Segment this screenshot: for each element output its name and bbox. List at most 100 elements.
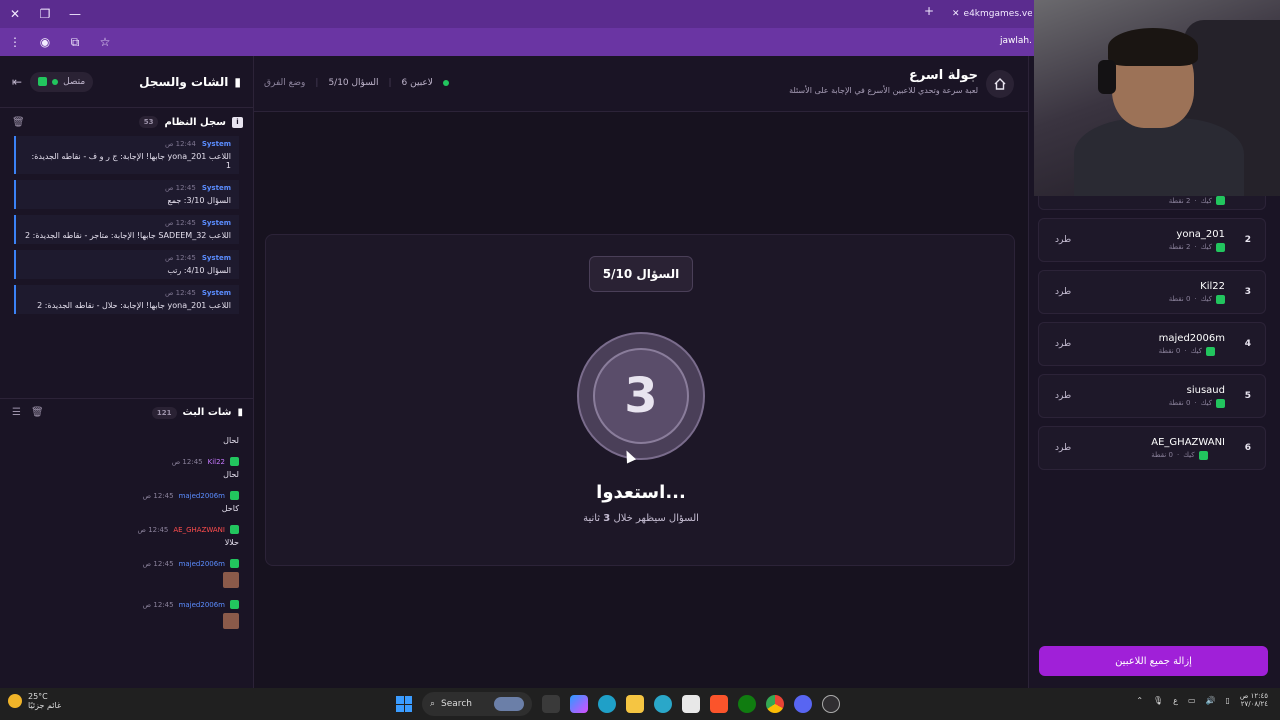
chrome-icon[interactable]: [766, 695, 784, 713]
players-list: كيك · 2 نقطة طرد yona_201 كيك · 2 نقطة 2 طرد…: [1038, 190, 1266, 478]
close-window-icon[interactable]: ✕: [0, 0, 30, 28]
log-time: 12:45 ص: [164, 254, 196, 262]
player-rank: 6: [1244, 443, 1251, 453]
bookmark-star-icon[interactable]: ☆: [90, 28, 120, 56]
kick-player-button[interactable]: طرد: [1055, 391, 1071, 401]
weather-widget[interactable]: 25°C غائم جزئيًا: [8, 692, 61, 710]
log-sender: System: [201, 254, 231, 262]
player-row: طرد siusaud كيك · 0 نقطة 5: [1038, 374, 1266, 418]
kick-icon: [1216, 398, 1225, 408]
browser-tab[interactable]: ✕ e4kmgames.vercel.a: [952, 4, 1032, 24]
player-info: Kil22 كيك · 0 نقطة: [1168, 280, 1225, 304]
chat-message: Kil22 12:45 ص لحال: [14, 457, 239, 479]
system-log-list[interactable]: System 12:44 ص اللاعب yona_201 جابها! الإ…: [0, 136, 253, 384]
chat-user[interactable]: Kil22: [208, 458, 225, 466]
copilot-icon[interactable]: [570, 695, 588, 713]
chat-message: لحال: [14, 436, 239, 445]
log-entry: System 12:45 ص السؤال 3/10: جمع: [14, 180, 239, 209]
log-entry: System 12:45 ص السؤال 4/10: رتب: [14, 250, 239, 279]
task-view-icon[interactable]: [542, 695, 560, 713]
player-rank: 4: [1244, 339, 1251, 349]
webcam-overlay: [1034, 0, 1280, 196]
player-points: 0 نقطة: [1168, 295, 1191, 303]
language-indicator[interactable]: ع: [1173, 696, 1178, 705]
home-button[interactable]: [986, 70, 1014, 98]
obs-icon[interactable]: [822, 695, 840, 713]
kick-player-button[interactable]: طرد: [1055, 287, 1071, 297]
minimize-window-icon[interactable]: —: [60, 0, 90, 28]
divider: |: [388, 78, 392, 88]
volume-icon[interactable]: 🔊: [1206, 696, 1216, 705]
log-text: اللاعب yona_201 جابها! الإجابة: حلال - ن…: [37, 301, 231, 310]
extensions-icon[interactable]: ⧉: [60, 28, 90, 56]
kick-icon: [38, 77, 48, 86]
taskbar-search[interactable]: ⌕ Search: [422, 692, 532, 716]
edge-dev-icon[interactable]: [654, 695, 672, 713]
home-icon: [994, 78, 1006, 90]
filter-icon[interactable]: ☰: [12, 407, 21, 418]
discord-icon[interactable]: [794, 695, 812, 713]
chat-user[interactable]: AE_GHAZWANI: [173, 526, 225, 534]
countdown-number: 3: [593, 348, 689, 444]
stream-chat-list[interactable]: لحال Kil22 12:45 ص لحال majed2006m 12:45 ص…: [0, 432, 253, 688]
remove-all-players-button[interactable]: إزالة جميع اللاعبين: [1039, 646, 1268, 676]
stream-chat-title: شات البث: [182, 407, 232, 418]
kick-icon: [230, 559, 239, 568]
xbox-icon[interactable]: [738, 695, 756, 713]
store-icon[interactable]: [682, 695, 700, 713]
kick-player-button[interactable]: طرد: [1055, 443, 1071, 453]
kick-player-button[interactable]: طرد: [1055, 339, 1071, 349]
kick-icon: [230, 457, 239, 466]
log-sender: System: [201, 219, 231, 227]
chat-time: 12:45 ص: [142, 491, 174, 500]
trash-icon[interactable]: 🗑: [31, 407, 44, 418]
chat-message: AE_GHAZWANI 12:45 ص حلالا: [14, 525, 239, 547]
collapse-panel-icon[interactable]: ⇤: [12, 75, 22, 89]
chat-user[interactable]: majed2006m: [179, 601, 225, 609]
chat-log-panel: ⇤ متصل الشات والسجل ▮ 🗑 53 سجل النظام i …: [0, 56, 254, 688]
file-explorer-icon[interactable]: [626, 695, 644, 713]
address-bar[interactable]: jawlah.: [1000, 36, 1032, 46]
kick-icon: [230, 491, 239, 500]
edge-icon[interactable]: [598, 695, 616, 713]
microphone-icon[interactable]: 🎙: [1153, 696, 1163, 705]
player-platform: كيك: [1200, 243, 1212, 251]
player-points: 2 نقطة: [1168, 243, 1191, 251]
log-text: اللاعب SADEEM_32 جابها! الإجابة: متاجر -…: [25, 231, 231, 240]
connection-status: متصل: [30, 71, 94, 92]
brave-icon[interactable]: [710, 695, 728, 713]
maximize-window-icon[interactable]: ❐: [30, 0, 60, 28]
team-mode[interactable]: وضع الفرق: [264, 78, 305, 88]
chat-user[interactable]: majed2006m: [179, 492, 225, 500]
log-sender: System: [201, 140, 231, 148]
network-icon[interactable]: ▭: [1188, 696, 1196, 705]
weather-desc: غائم جزئيًا: [28, 701, 62, 710]
game-meta: وضع الفرق | السؤال 5/10 | 6 لاعبين: [264, 78, 449, 88]
chat-user[interactable]: majed2006m: [179, 560, 225, 568]
log-time: 12:44 ص: [164, 140, 196, 148]
status-label: متصل: [63, 76, 86, 87]
countdown-timer: 3: [577, 332, 705, 460]
stream-chat-count: 121: [151, 406, 177, 419]
windows-start-icon[interactable]: [396, 696, 412, 712]
kick-player-button[interactable]: طرد: [1055, 235, 1071, 245]
clock[interactable]: ١٢:٤٥ ص ٢٧/٠٨/٢٤: [1240, 692, 1268, 709]
player-platform: كيك: [1200, 295, 1212, 303]
battery-icon[interactable]: ▯: [1225, 696, 1229, 705]
menu-dots-icon[interactable]: ⋮: [0, 28, 30, 56]
player-name: siusaud: [1186, 384, 1225, 396]
new-tab-icon[interactable]: +: [924, 4, 934, 18]
windows-taskbar: 25°C غائم جزئيًا ⌕ Search ⌃ 🎙 ع ▭ 🔊 ▯ ١٢…: [0, 688, 1280, 720]
extension-globe-icon[interactable]: ◉: [30, 28, 60, 56]
player-points: 0 نقطة: [1158, 347, 1181, 355]
chevron-up-icon[interactable]: ⌃: [1136, 696, 1143, 705]
player-row: طرد yona_201 كيك · 2 نقطة 2: [1038, 218, 1266, 262]
chat-bubble-icon: ▮: [234, 74, 241, 89]
game-title: جولة اسرع: [908, 68, 978, 83]
weather-sun-icon: [8, 694, 22, 708]
chat-text: كاحل: [221, 504, 239, 513]
trash-icon[interactable]: 🗑: [12, 117, 25, 128]
player-name: majed2006m: [1158, 332, 1225, 344]
emote-image: [223, 572, 239, 588]
player-info: majed2006m كيك · 0 نقطة: [1158, 332, 1225, 356]
